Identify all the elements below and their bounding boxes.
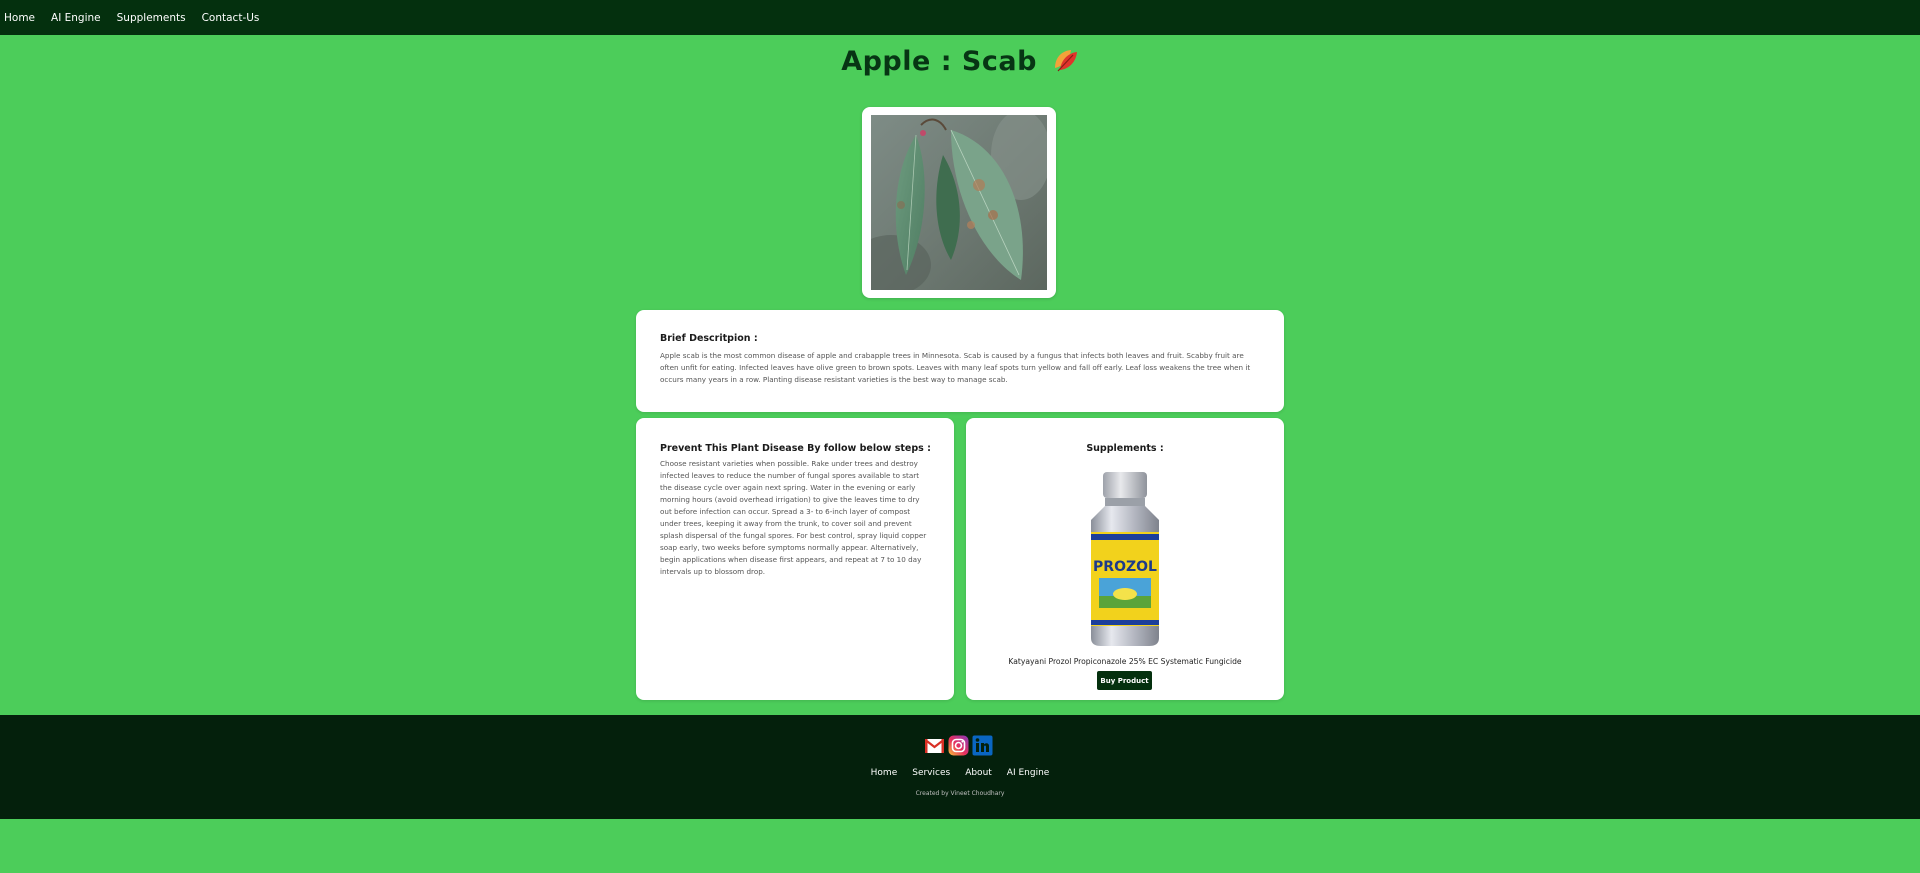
nav-contact-us[interactable]: Contact-Us — [202, 12, 260, 24]
page-title: Apple : Scab — [0, 46, 1920, 81]
buy-product-button[interactable]: Buy Product — [1097, 671, 1152, 690]
instagram-icon[interactable] — [948, 735, 969, 756]
description-text: Apple scab is the most common disease of… — [660, 351, 1251, 384]
linkedin-icon[interactable] — [972, 735, 993, 756]
description-heading: Brief Descritpion : — [660, 333, 758, 344]
description-card: Brief Descritpion : Apple scab is the mo… — [636, 310, 1284, 412]
page-title-text: Apple : Scab — [841, 46, 1037, 77]
supplements-heading: Supplements : — [1086, 443, 1164, 454]
footer-links: Home Services About AI Engine — [0, 768, 1920, 778]
footer-credit: Created by Vineet Choudhary — [915, 790, 1005, 797]
disease-leaf-image — [871, 115, 1047, 290]
nav-supplements[interactable]: Supplements — [117, 12, 186, 24]
footer-link-ai-engine[interactable]: AI Engine — [1007, 768, 1050, 778]
disease-image-frame — [862, 107, 1056, 298]
product-name: Katyayani Prozol Propiconazole 25% EC Sy… — [1008, 657, 1242, 666]
prevention-heading: Prevent This Plant Disease By follow bel… — [660, 443, 931, 454]
footer-link-home[interactable]: Home — [871, 768, 898, 778]
gmail-icon[interactable] — [924, 735, 945, 756]
top-navbar: Home AI Engine Supplements Contact-Us — [0, 0, 1920, 35]
footer-link-about[interactable]: About — [965, 768, 992, 778]
nav-home[interactable]: Home — [4, 12, 35, 24]
product-image: PROZOL — [1091, 472, 1159, 646]
nav-ai-engine[interactable]: AI Engine — [51, 12, 101, 24]
prevention-text: Choose resistant varieties when possible… — [660, 459, 927, 576]
supplements-card: Supplements : PROZOL Katyayani Prozol Pr… — [966, 418, 1284, 700]
product-label: PROZOL — [1093, 559, 1157, 575]
footer-link-services[interactable]: Services — [912, 768, 950, 778]
prevention-card: Prevent This Plant Disease By follow bel… — [636, 418, 954, 700]
footer: Home Services About AI Engine Created by… — [0, 715, 1920, 819]
social-links — [924, 735, 993, 756]
leaf-icon — [1051, 46, 1079, 81]
